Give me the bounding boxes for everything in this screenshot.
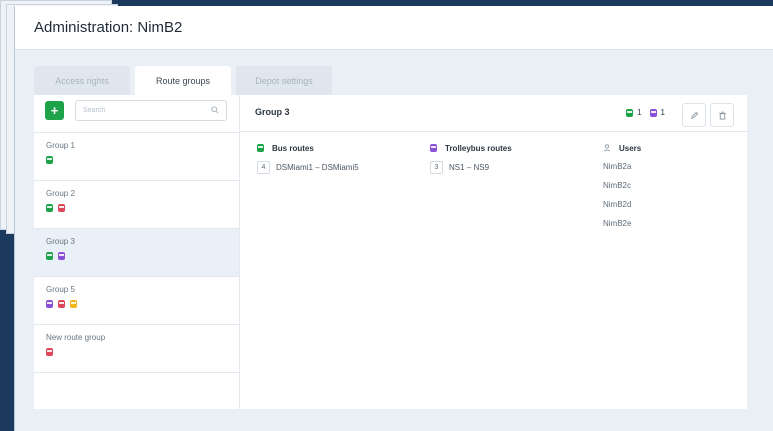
search-placeholder: Search (83, 106, 106, 114)
bus-count: 1 (637, 108, 642, 117)
group-name: Group 5 (46, 285, 75, 294)
trolleybus-routes-column: Trolleybus routes 3 NS1 – NS9 (430, 142, 512, 174)
bus-icon (46, 252, 53, 260)
trolleybus-route-range[interactable]: 3 NS1 – NS9 (430, 161, 512, 174)
route-count-badge: 4 (257, 161, 270, 174)
edit-button[interactable] (682, 103, 706, 127)
search-input[interactable]: Search (75, 99, 227, 121)
selected-group-title: Group 3 (255, 107, 290, 117)
trash-icon (718, 111, 726, 120)
route-groups-panel: + Search Group 1 Group 2 Group 3 Group 5… (34, 95, 747, 409)
admin-window: Administration: NimB2 Access rights Rout… (14, 6, 773, 431)
tram-icon (46, 348, 53, 356)
user-icon (603, 144, 611, 152)
trolleybus-routes-heading: Trolleybus routes (445, 143, 512, 153)
vehicle-counts: 1 1 (626, 108, 665, 117)
trolleybus-icon (649, 108, 657, 117)
user-item[interactable]: NimB2d (603, 200, 641, 209)
bus-routes-column: Bus routes 4 DSMiami1 – DSMiami5 (257, 142, 359, 174)
bus-icon (46, 204, 53, 212)
route-range-text: NS1 – NS9 (449, 163, 490, 172)
delete-button[interactable] (710, 103, 734, 127)
sidebar-toolbar: + Search (34, 95, 239, 125)
trolleybus-icon (58, 252, 65, 260)
bus-icon (626, 108, 634, 117)
tram-icon (58, 204, 65, 212)
trolleybus-count: 1 (660, 108, 665, 117)
group-sidebar: + Search Group 1 Group 2 Group 3 Group 5… (34, 95, 240, 409)
group-item-3[interactable]: Group 3 (34, 229, 239, 277)
minibus-icon (70, 300, 77, 308)
route-range-text: DSMiami1 – DSMiami5 (276, 163, 359, 172)
group-list: Group 1 Group 2 Group 3 Group 5 New rout… (34, 132, 239, 373)
tab-route-groups[interactable]: Route groups (135, 66, 231, 96)
add-group-button[interactable]: + (45, 100, 64, 120)
pencil-icon (690, 111, 698, 119)
group-name: New route group (46, 333, 106, 342)
users-list: NimB2a NimB2c NimB2d NimB2e (603, 162, 641, 228)
group-item-2[interactable]: Group 2 (34, 181, 239, 229)
group-item-5[interactable]: Group 5 (34, 277, 239, 325)
user-item[interactable]: NimB2a (603, 162, 641, 171)
group-detail: Group 3 1 1 Bus routes 4 DSMiami1 – DSMi… (240, 95, 747, 409)
bus-icon (257, 144, 264, 152)
user-item[interactable]: NimB2e (603, 219, 641, 228)
detail-divider (240, 131, 747, 132)
group-item-1[interactable]: Group 1 (34, 133, 239, 181)
tram-icon (58, 300, 65, 308)
group-name: Group 3 (46, 237, 75, 246)
group-name: Group 1 (46, 141, 75, 150)
search-icon (211, 106, 219, 114)
users-heading: Users (619, 143, 642, 153)
title-bar: Administration: NimB2 (15, 6, 773, 50)
route-count-badge: 3 (430, 161, 443, 174)
bus-routes-heading: Bus routes (272, 143, 314, 153)
trolleybus-icon (46, 300, 53, 308)
tab-bar: Access rights Route groups Depot setting… (34, 66, 332, 96)
group-name: Group 2 (46, 189, 75, 198)
users-column: Users NimB2a NimB2c NimB2d NimB2e (603, 142, 642, 229)
window-title: Administration: NimB2 (34, 19, 183, 36)
group-item-new[interactable]: New route group (34, 325, 239, 373)
tab-access-rights[interactable]: Access rights (34, 66, 130, 96)
tab-depot-settings[interactable]: Depot settings (236, 66, 332, 96)
bus-icon (46, 156, 53, 164)
user-item[interactable]: NimB2c (603, 181, 641, 190)
bus-route-range[interactable]: 4 DSMiami1 – DSMiami5 (257, 161, 359, 174)
trolleybus-icon (430, 144, 437, 152)
